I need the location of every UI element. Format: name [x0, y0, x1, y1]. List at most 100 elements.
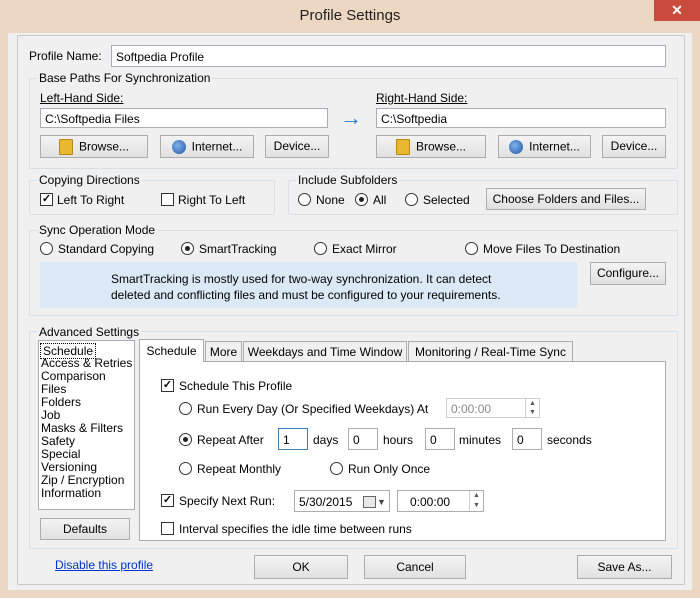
move-files-label: Move Files To Destination: [483, 242, 621, 256]
window-frame-bottom: [0, 590, 700, 598]
profile-name-input[interactable]: Softpedia Profile: [111, 45, 666, 67]
sync-mode-legend: Sync Operation Mode: [37, 223, 158, 237]
exact-mirror-radio[interactable]: [314, 242, 327, 255]
subfolders-none-label: None: [316, 193, 345, 207]
specify-next-run-label: Specify Next Run:: [179, 494, 276, 508]
right-internet-button[interactable]: Internet...: [498, 135, 591, 158]
repeat-minutes-input[interactable]: 0: [425, 428, 455, 450]
category-item-safety[interactable]: Safety: [41, 434, 75, 448]
subfolders-all-radio[interactable]: [355, 193, 368, 206]
category-list[interactable]: Schedule Access & Retries Comparison Fil…: [38, 340, 135, 510]
base-paths-legend: Base Paths For Synchronization: [37, 71, 213, 85]
cancel-button[interactable]: Cancel: [364, 555, 466, 579]
repeat-days-input[interactable]: 1: [278, 428, 308, 450]
chevron-down-icon[interactable]: ▼: [377, 491, 386, 511]
standard-copying-label: Standard Copying: [58, 242, 155, 256]
schedule-this-profile-checkbox[interactable]: ✓: [161, 379, 174, 392]
globe-icon: [509, 139, 524, 154]
subfolders-selected-label: Selected: [423, 193, 470, 207]
left-path-input[interactable]: C:\Softpedia Files: [40, 108, 328, 128]
configure-button[interactable]: Configure...: [590, 262, 666, 285]
next-run-date-picker[interactable]: 5/30/2015 ▼: [294, 490, 390, 512]
right-to-left-label: Right To Left: [178, 193, 246, 207]
repeat-hours-unit-label: hours: [383, 433, 414, 447]
repeat-seconds-unit-label: seconds: [547, 433, 592, 447]
move-files-radio[interactable]: [465, 242, 478, 255]
right-browse-button[interactable]: Browse...: [376, 135, 486, 158]
repeat-after-radio[interactable]: [179, 433, 192, 446]
interval-idle-checkbox[interactable]: [161, 522, 174, 535]
interval-idle-label: Interval specifies the idle time between…: [179, 522, 412, 536]
specify-next-run-checkbox[interactable]: ✓: [161, 494, 174, 507]
left-device-button[interactable]: Device...: [265, 135, 329, 158]
repeat-minutes-unit-label: minutes: [459, 433, 502, 447]
next-run-time-value: 0:00:00: [410, 495, 451, 509]
right-to-left-checkbox[interactable]: [161, 193, 174, 206]
category-item-files[interactable]: Files: [41, 382, 66, 396]
category-item-masks-filters[interactable]: Masks & Filters: [41, 421, 123, 435]
sync-mode-info-box: SmartTracking is mostly used for two-way…: [40, 262, 577, 308]
run-every-day-time-input[interactable]: 0:00:00 ▲ ▼: [446, 398, 540, 418]
category-item-comparison[interactable]: Comparison: [41, 369, 106, 383]
profile-name-label: Profile Name:: [29, 49, 102, 63]
category-item-information[interactable]: Information: [41, 486, 101, 500]
schedule-this-profile-label: Schedule This Profile: [179, 379, 293, 393]
left-internet-button[interactable]: Internet...: [160, 135, 254, 158]
category-item-folders[interactable]: Folders: [41, 395, 81, 409]
repeat-monthly-radio[interactable]: [179, 462, 192, 475]
next-run-time-spinner[interactable]: ▲ ▼: [469, 491, 483, 511]
left-browse-label: Browse...: [78, 139, 129, 154]
include-subfolders-legend: Include Subfolders: [296, 173, 400, 187]
close-button[interactable]: ✕: [654, 0, 700, 21]
left-browse-button[interactable]: Browse...: [40, 135, 148, 158]
smarttracking-radio[interactable]: [181, 242, 194, 255]
left-hand-side-label: Left-Hand Side:: [40, 91, 124, 105]
repeat-hours-input[interactable]: 0: [348, 428, 378, 450]
repeat-monthly-label: Repeat Monthly: [197, 462, 282, 476]
defaults-button[interactable]: Defaults: [40, 518, 130, 540]
save-as-button[interactable]: Save As...: [577, 555, 672, 579]
tab-schedule[interactable]: Schedule: [139, 339, 204, 362]
sync-mode-info-line-1: SmartTracking is mostly used for two-way…: [111, 272, 492, 286]
subfolders-selected-radio[interactable]: [405, 193, 418, 206]
right-device-button[interactable]: Device...: [602, 135, 666, 158]
repeat-days-unit-label: days: [313, 433, 339, 447]
calendar-icon[interactable]: [363, 496, 376, 508]
ok-button[interactable]: OK: [254, 555, 348, 579]
category-item-access-retries[interactable]: Access & Retries: [41, 356, 132, 370]
folder-icon: [395, 138, 410, 155]
standard-copying-radio[interactable]: [40, 242, 53, 255]
category-item-versioning[interactable]: Versioning: [41, 460, 97, 474]
subfolders-none-radio[interactable]: [298, 193, 311, 206]
globe-icon: [171, 139, 186, 154]
disable-profile-link[interactable]: Disable this profile: [55, 558, 153, 572]
folder-icon: [58, 138, 73, 155]
repeat-seconds-input[interactable]: 0: [512, 428, 542, 450]
tab-weekdays-time-window[interactable]: Weekdays and Time Window: [243, 341, 407, 361]
run-every-day-label: Run Every Day (Or Specified Weekdays) At: [197, 402, 429, 416]
advanced-settings-legend: Advanced Settings: [37, 325, 142, 339]
right-path-input[interactable]: C:\Softpedia: [376, 108, 666, 128]
tab-monitoring-real-time-sync[interactable]: Monitoring / Real-Time Sync: [408, 341, 573, 361]
choose-folders-button[interactable]: Choose Folders and Files...: [486, 188, 646, 210]
title-bar: Profile Settings: [0, 0, 700, 33]
next-run-time-input[interactable]: 0:00:00 ▲ ▼: [397, 490, 484, 512]
subfolders-all-label: All: [373, 193, 387, 207]
copying-directions-legend: Copying Directions: [37, 173, 142, 187]
window-frame-left: [0, 33, 8, 598]
right-browse-label: Browse...: [415, 139, 466, 154]
category-item-zip-encryption[interactable]: Zip / Encryption: [41, 473, 124, 487]
run-only-once-radio[interactable]: [330, 462, 343, 475]
category-item-job[interactable]: Job: [41, 408, 60, 422]
run-every-day-radio[interactable]: [179, 402, 192, 415]
category-item-special[interactable]: Special: [41, 447, 80, 461]
run-only-once-label: Run Only Once: [348, 462, 431, 476]
repeat-after-label: Repeat After: [197, 433, 264, 447]
run-every-day-time-spinner[interactable]: ▲ ▼: [525, 399, 539, 417]
window-frame-right: [692, 33, 700, 598]
run-every-day-time-value: 0:00:00: [451, 402, 492, 416]
tab-more[interactable]: More: [205, 341, 242, 361]
left-to-right-checkbox[interactable]: ✓: [40, 193, 53, 206]
right-hand-side-label: Right-Hand Side:: [376, 91, 468, 105]
window-title: Profile Settings: [299, 7, 401, 24]
